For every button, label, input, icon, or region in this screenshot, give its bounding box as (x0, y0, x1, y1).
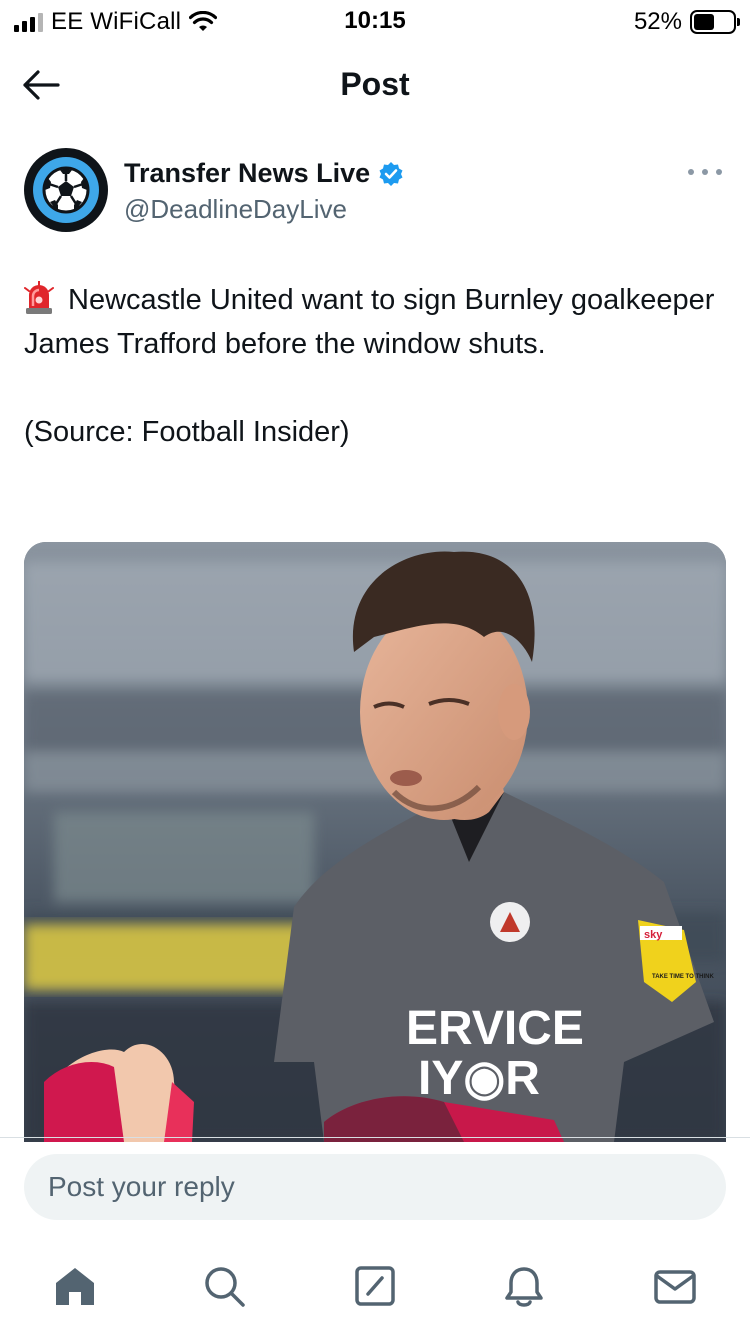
tab-compose[interactable] (351, 1262, 399, 1310)
home-icon (56, 1268, 94, 1305)
status-right: 52% (633, 8, 740, 36)
post-source: (Source: Football Insider) (24, 416, 350, 448)
author-handle[interactable]: @DeadlineDayLive (124, 194, 347, 225)
bottom-tab-bar (0, 1250, 750, 1320)
shirt-sponsor-line1: ERVICE (406, 1002, 584, 1055)
post-text: Newcastle United want to sign Burnley go… (24, 278, 724, 454)
verified-badge-icon (379, 161, 403, 186)
shirt-sponsor-line2: IY◉R (418, 1052, 540, 1105)
avatar[interactable] (24, 148, 108, 232)
divider (0, 1137, 750, 1138)
player-photo: sky TAKE TIME TO THINK ERVICE IY◉R (24, 542, 726, 1142)
author-row: Transfer News Live @DeadlineDayLive (24, 148, 726, 238)
author-name[interactable]: Transfer News Live (124, 158, 370, 189)
mail-icon (654, 1270, 696, 1304)
post-text-body: Newcastle United want to sign Burnley go… (24, 284, 715, 360)
battery-fill (694, 14, 714, 30)
compose-icon (355, 1266, 395, 1306)
search-icon (205, 1267, 245, 1307)
more-dot (702, 169, 708, 175)
more-dot (688, 169, 694, 175)
post-header: Post (0, 52, 750, 116)
more-dot (716, 169, 722, 175)
tab-home[interactable] (51, 1262, 99, 1310)
tab-notifications[interactable] (500, 1262, 548, 1310)
battery-icon (690, 10, 740, 34)
tab-search[interactable] (200, 1262, 248, 1310)
post-body: Newcastle United want to sign Burnley go… (24, 278, 724, 366)
reply-placeholder: Post your reply (48, 1171, 235, 1202)
soccer-ball-icon (42, 166, 90, 214)
page-title: Post (340, 66, 410, 102)
police-siren-icon (24, 280, 54, 315)
avatar-ring (33, 157, 99, 223)
bell-icon (505, 1267, 543, 1307)
reply-input[interactable]: Post your reply (24, 1154, 726, 1220)
battery-percent: 52% (633, 8, 682, 35)
more-options-button[interactable] (688, 162, 722, 182)
badge-text: TAKE TIME TO THINK (652, 974, 714, 980)
status-bar: EE WiFiCall 10:15 52% (0, 0, 750, 44)
badge-brand: sky (644, 929, 663, 941)
post-image[interactable]: sky TAKE TIME TO THINK ERVICE IY◉R (24, 542, 726, 1142)
tab-messages[interactable] (651, 1262, 699, 1310)
author-name-row: Transfer News Live (124, 158, 404, 189)
